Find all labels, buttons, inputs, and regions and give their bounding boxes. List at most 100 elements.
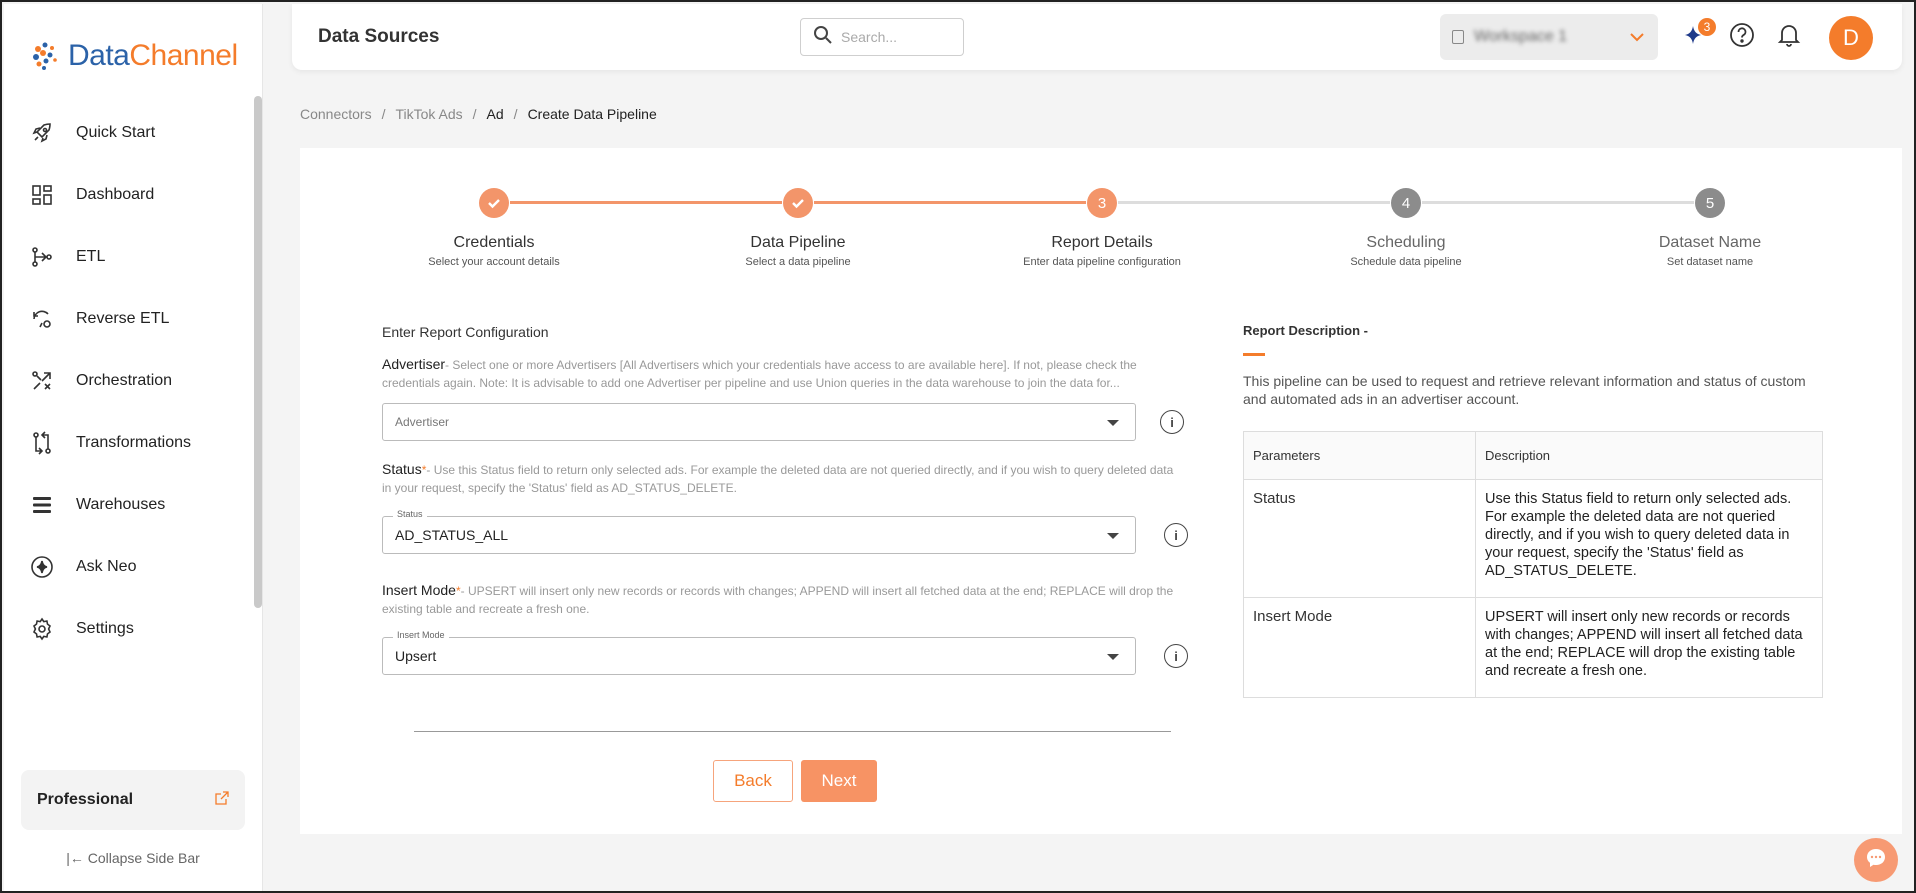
breadcrumb-separator: / bbox=[381, 106, 386, 122]
table-row: Insert Mode UPSERT will insert only new … bbox=[1243, 597, 1823, 698]
table-row: Status Use this Status field to return o… bbox=[1243, 479, 1823, 598]
status-value: AD_STATUS_ALL bbox=[395, 527, 509, 543]
help-button[interactable] bbox=[1727, 22, 1757, 52]
back-button[interactable]: Back bbox=[713, 760, 793, 802]
parameters-table: Parameters Description Status Use this S… bbox=[1243, 431, 1823, 698]
breadcrumb-item-tiktok-ads[interactable]: TikTok Ads bbox=[395, 106, 462, 122]
advertiser-label: Advertiser bbox=[382, 356, 446, 372]
collapse-sidebar-button[interactable]: |← Collapse Side Bar bbox=[4, 850, 262, 866]
bell-icon bbox=[1777, 22, 1801, 53]
advertiser-select[interactable]: Advertiser bbox=[382, 403, 1136, 441]
caret-down-icon bbox=[1107, 420, 1119, 426]
breadcrumb-item-ad[interactable]: Ad bbox=[487, 106, 504, 122]
info-icon[interactable]: i bbox=[1164, 523, 1188, 547]
sidebar-item-etl[interactable]: ETL bbox=[4, 226, 254, 288]
info-icon[interactable]: i bbox=[1164, 644, 1188, 668]
notification-badge: 3 bbox=[1698, 18, 1716, 36]
step-number: 5 bbox=[1695, 188, 1725, 218]
workspace-icon bbox=[1452, 30, 1464, 44]
sidebar-item-dashboard[interactable]: Dashboard bbox=[4, 164, 254, 226]
avatar[interactable]: D bbox=[1829, 16, 1873, 60]
report-description-text: This pipeline can be used to request and… bbox=[1243, 373, 1806, 407]
status-help: Status*- Use this Status field to return… bbox=[382, 460, 1182, 497]
search-input[interactable] bbox=[841, 29, 951, 45]
sidebar-nav: Quick Start Dashboard ETL Reverse ETL Or… bbox=[4, 102, 254, 660]
step-title: Credentials bbox=[453, 234, 535, 251]
insert-mode-value: Upsert bbox=[395, 648, 437, 664]
breadcrumb-item-connectors[interactable]: Connectors bbox=[300, 106, 372, 122]
param-name: Status bbox=[1243, 479, 1476, 598]
breadcrumb-separator: / bbox=[513, 106, 518, 122]
step-data-pipeline[interactable]: Data Pipeline Select a data pipeline bbox=[658, 188, 938, 268]
sidebar-item-transformations[interactable]: Transformations bbox=[4, 412, 254, 474]
breadcrumb-separator: / bbox=[472, 106, 477, 122]
report-description-title: Report Description - bbox=[1243, 323, 1368, 338]
notifications-button[interactable] bbox=[1774, 22, 1804, 52]
sidebar-item-settings[interactable]: Settings bbox=[4, 598, 254, 660]
plan-label: Professional bbox=[37, 791, 134, 808]
sidebar-item-label: ETL bbox=[76, 248, 106, 265]
gear-icon bbox=[28, 615, 56, 643]
next-button[interactable]: Next bbox=[801, 760, 877, 802]
step-credentials[interactable]: Credentials Select your account details bbox=[354, 188, 634, 268]
param-name: Insert Mode bbox=[1243, 597, 1476, 698]
sidebar-item-reverse-etl[interactable]: Reverse ETL bbox=[4, 288, 254, 350]
sidebar-item-label: Reverse ETL bbox=[76, 310, 170, 327]
reverse-etl-icon bbox=[28, 305, 56, 333]
sidebar-item-label: Orchestration bbox=[76, 372, 173, 389]
chat-icon bbox=[1864, 846, 1888, 875]
status-float-label: Status bbox=[393, 509, 427, 519]
sidebar-item-warehouses[interactable]: Warehouses bbox=[4, 474, 254, 536]
caret-down-icon bbox=[1107, 533, 1119, 539]
chevron-down-icon bbox=[1628, 28, 1646, 51]
advertiser-help: Advertiser- Select one or more Advertise… bbox=[382, 355, 1182, 392]
advertiser-help-text: - Select one or more Advertisers [All Ad… bbox=[382, 358, 1137, 390]
sidebar-scrollbar[interactable] bbox=[254, 96, 262, 608]
sidebar-item-label: Quick Start bbox=[76, 124, 156, 141]
workspace-selector[interactable]: Workspace 1 bbox=[1440, 14, 1658, 60]
dashboard-icon bbox=[28, 181, 56, 209]
plan-card[interactable]: Professional bbox=[21, 770, 245, 830]
step-scheduling[interactable]: 4 Scheduling Schedule data pipeline bbox=[1266, 188, 1546, 268]
top-bar: Data Sources Workspace 1 3 bbox=[292, 4, 1902, 70]
logo[interactable]: DataChannel bbox=[30, 36, 238, 76]
ask-neo-button[interactable]: 3 bbox=[1680, 18, 1716, 52]
sidebar-item-ask-neo[interactable]: Ask Neo bbox=[4, 536, 254, 598]
page-title: Data Sources bbox=[318, 26, 440, 47]
status-help-text: - Use this Status field to return only s… bbox=[382, 463, 1174, 495]
search-box[interactable] bbox=[800, 18, 964, 56]
info-icon[interactable]: i bbox=[1160, 410, 1184, 434]
sidebar-item-label: Dashboard bbox=[76, 186, 155, 203]
table-header-row: Parameters Description bbox=[1243, 431, 1823, 480]
step-report-details[interactable]: 3 Report Details Enter data pipeline con… bbox=[962, 188, 1242, 268]
workspace-name: Workspace 1 bbox=[1474, 28, 1568, 45]
advertiser-placeholder: Advertiser bbox=[395, 415, 450, 429]
create-pipeline-card: Credentials Select your account details … bbox=[300, 148, 1902, 834]
step-title: Scheduling bbox=[1366, 234, 1446, 251]
step-dataset-name[interactable]: 5 Dataset Name Set dataset name bbox=[1570, 188, 1850, 268]
etl-icon bbox=[28, 243, 56, 271]
insert-mode-select[interactable]: Insert Mode Upsert bbox=[382, 630, 1136, 675]
chat-button[interactable] bbox=[1854, 838, 1898, 882]
step-title: Data Pipeline bbox=[750, 234, 846, 251]
status-select[interactable]: Status AD_STATUS_ALL bbox=[382, 509, 1136, 554]
divider bbox=[414, 731, 1171, 732]
column-header: Description bbox=[1475, 431, 1823, 480]
sidebar-item-label: Warehouses bbox=[76, 496, 166, 513]
transformations-icon bbox=[28, 429, 56, 457]
step-number: 4 bbox=[1391, 188, 1421, 218]
breadcrumb: Connectors / TikTok Ads / Ad / Create Da… bbox=[300, 106, 657, 122]
step-subtitle: Set dataset name bbox=[1666, 256, 1754, 268]
logo-mark-icon bbox=[30, 39, 64, 73]
app-frame: DataChannel Quick Start Dashboard ETL Re… bbox=[0, 0, 1916, 893]
rocket-icon bbox=[28, 119, 56, 147]
sidebar-item-quick-start[interactable]: Quick Start bbox=[4, 102, 254, 164]
step-subtitle: Select your account details bbox=[428, 256, 560, 268]
sidebar-item-label: Settings bbox=[76, 620, 134, 637]
warehouses-icon bbox=[28, 491, 56, 519]
step-title: Report Details bbox=[1051, 234, 1153, 251]
check-icon bbox=[783, 188, 813, 218]
external-link-icon[interactable] bbox=[215, 790, 229, 810]
sidebar-item-orchestration[interactable]: Orchestration bbox=[4, 350, 254, 412]
breadcrumb-item-current: Create Data Pipeline bbox=[527, 106, 657, 122]
